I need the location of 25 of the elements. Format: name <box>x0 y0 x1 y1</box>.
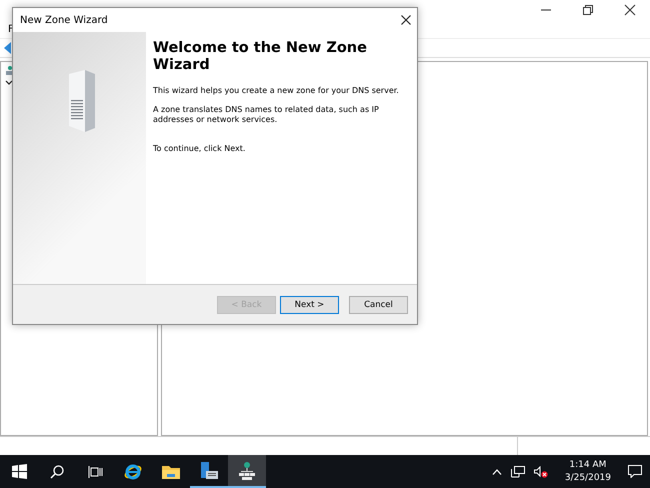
chevron-icon[interactable] <box>5 80 13 86</box>
wizard-heading: Welcome to the New Zone Wizard <box>153 40 368 74</box>
task-view-icon[interactable] <box>88 466 102 478</box>
network-tree-icon <box>238 462 256 480</box>
wizard-text: A zone translates DNS names to related data, such as IP addresses or network services. <box>153 104 380 126</box>
restore-icon[interactable] <box>582 4 594 16</box>
server-manager-icon <box>199 460 219 480</box>
close-icon[interactable] <box>624 4 636 16</box>
back-arrow-icon[interactable] <box>4 42 14 54</box>
muted-speaker-icon[interactable] <box>534 466 548 478</box>
wizard-text: This wizard helps you create a new zone for your DNS server. <box>153 86 400 96</box>
dialog-title: New Zone Wizard <box>20 14 108 26</box>
network-icon[interactable] <box>510 466 525 478</box>
windows-logo-icon[interactable] <box>12 464 26 479</box>
wizard-text: To continue, click Next. <box>153 144 246 154</box>
next-button[interactable]: Next > <box>280 296 339 314</box>
taskbar-app[interactable] <box>228 455 266 488</box>
cancel-button[interactable]: Cancel <box>349 296 408 314</box>
notification-icon[interactable] <box>628 465 642 478</box>
clock[interactable]: 1:14 AM 3/25/2019 <box>564 458 611 484</box>
chevron-up-icon[interactable] <box>492 468 502 474</box>
browser-icon <box>124 462 142 480</box>
search-icon[interactable] <box>50 464 64 478</box>
close-icon[interactable] <box>401 15 411 25</box>
folder-icon <box>162 464 180 479</box>
